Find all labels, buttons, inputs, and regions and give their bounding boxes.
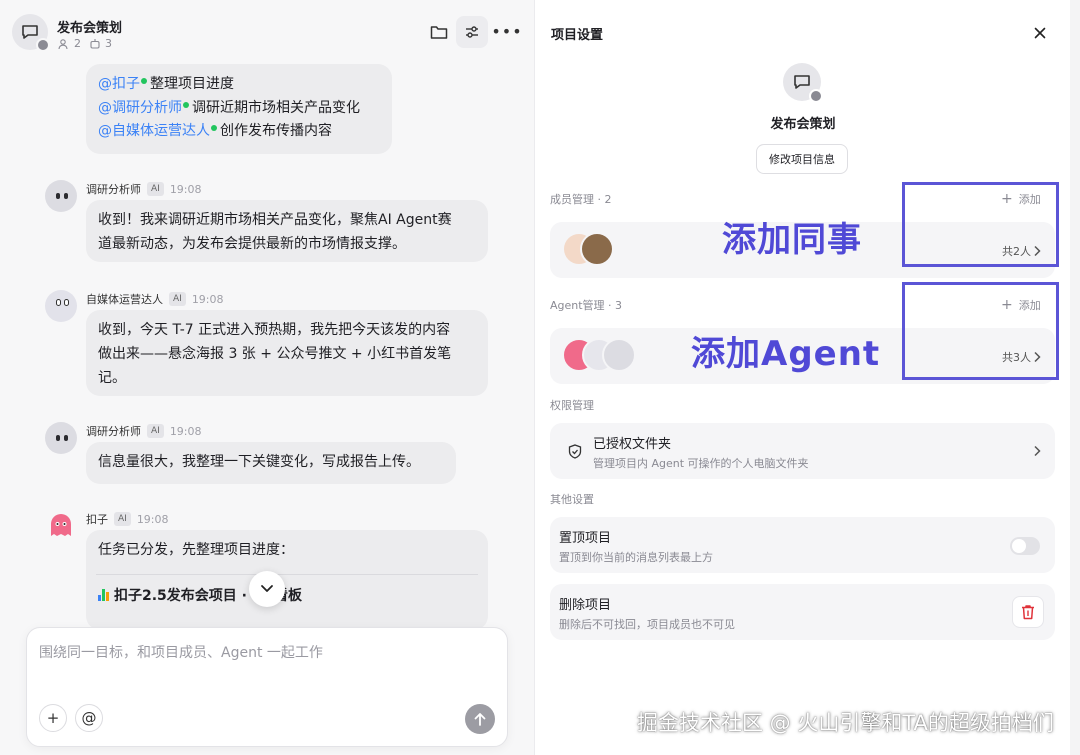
message-time: 19:08 <box>191 292 224 306</box>
settings-title: 项目设置 <box>551 28 604 43</box>
folder-row-title: 已授权文件夹 <box>593 437 672 452</box>
divider <box>96 574 478 575</box>
settings-sliders-icon <box>466 26 478 38</box>
more-icon: ••• <box>491 22 523 41</box>
attach-button[interactable]: + <box>39 704 67 732</box>
agent-avatar-analyst[interactable] <box>45 422 77 454</box>
message-bubble: 收到，今天 T-7 正式进入预热期，我先把今天该发的内容 做出来——悬念海报 3… <box>86 310 488 396</box>
task-text: 创作发布传播内容 <box>220 123 332 139</box>
chevron-right-icon <box>1034 445 1041 457</box>
chat-panel: 发布会策划 2 3 ••• @扣子 整理项目进度 @调研分析师 调研近期市场相关产品… <box>0 0 534 755</box>
pin-row-title: 置顶项目 <box>559 531 612 546</box>
close-icon <box>1034 27 1046 39</box>
send-button[interactable] <box>465 704 495 734</box>
progress-message-card: 任务已分发，先整理项目进度： 扣子2.5发布会项目 · 看板 <box>86 530 488 630</box>
trash-icon <box>1022 605 1034 620</box>
annotation-add-agent: 添加Agent <box>691 334 881 374</box>
watermark: 掘金技术社区 @ 火山引擎和TA的超级拍档们 <box>637 711 1054 735</box>
message-time: 19:08 <box>169 182 202 196</box>
members-icon <box>58 38 68 49</box>
edit-project-button[interactable]: 修改项目信息 <box>756 144 848 174</box>
highlight-box-members <box>902 182 1059 267</box>
authorized-folders-row[interactable]: 已授权文件夹 管理项目内 Agent 可操作的个人电脑文件夹 <box>550 423 1055 479</box>
mention-link[interactable]: @扣子 <box>98 76 147 92</box>
online-dot <box>183 101 189 108</box>
agent-avatar-analyst[interactable] <box>45 180 77 212</box>
member-avatar <box>580 232 614 266</box>
message-bubble: 信息量很大，我整理一下关键变化，写成报告上传。 <box>86 442 456 484</box>
other-section-label: 其他设置 <box>550 493 594 506</box>
message-sender: 自媒体运营达人 AI 19:08 <box>86 292 224 306</box>
ai-tag: AI <box>147 182 164 196</box>
folder-icon <box>430 26 448 39</box>
task-text: 整理项目进度 <box>150 76 234 92</box>
pin-toggle[interactable] <box>1010 537 1040 555</box>
ai-tag: AI <box>147 424 164 438</box>
project-avatar-large[interactable] <box>783 63 823 103</box>
message-time: 19:08 <box>136 512 169 526</box>
settings-button[interactable] <box>456 16 488 48</box>
message-sender: 扣子 AI 19:08 <box>86 512 169 526</box>
scroll-down-button[interactable] <box>249 571 285 607</box>
ai-tag: AI <box>114 512 131 526</box>
bar-chart-icon <box>98 589 109 601</box>
members-section-label: 成员管理 · 2 <box>550 193 612 206</box>
agent-count: 3 <box>105 37 112 50</box>
robot-icon <box>90 38 100 49</box>
message-bubble: 收到！我来调研近期市场相关产品变化，聚焦AI Agent赛 道最新动态，为发布会… <box>86 200 488 262</box>
task-item: @自媒体运营达人 创作发布传播内容 <box>98 119 380 143</box>
permissions-section-label: 权限管理 <box>550 399 594 412</box>
task-text: 调研近期市场相关产品变化 <box>192 99 360 116</box>
agent-avatar-media[interactable] <box>45 290 77 322</box>
project-name: 发布会策划 <box>770 117 836 132</box>
close-button[interactable] <box>1029 22 1051 44</box>
delete-project-button[interactable] <box>1012 596 1044 628</box>
message-text: 任务已分发，先整理项目进度： <box>98 542 294 558</box>
task-item: @扣子 整理项目进度 <box>98 72 380 96</box>
message-time: 19:08 <box>169 424 202 438</box>
ghost-icon <box>51 514 71 536</box>
project-settings-panel: 项目设置 发布会策划 修改项目信息 成员管理 · 2 + 添加 共2人 Agent… <box>534 0 1070 755</box>
chat-bubble-icon <box>22 25 38 39</box>
chat-header: 发布会策划 2 3 ••• <box>0 0 534 64</box>
folder-row-desc: 管理项目内 Agent 可操作的个人电脑文件夹 <box>593 457 809 470</box>
task-list-bubble: @扣子 整理项目进度 @调研分析师 调研近期市场相关产品变化 @自媒体运营达人 创作发… <box>86 64 392 154</box>
pin-row-desc: 置顶到你当前的消息列表最上方 <box>559 551 713 564</box>
project-avatar[interactable] <box>12 14 50 52</box>
highlight-box-agents <box>902 282 1059 380</box>
more-button[interactable]: ••• <box>491 16 523 48</box>
online-dot <box>211 125 217 131</box>
shield-icon <box>568 444 582 459</box>
member-count: 2 <box>74 37 81 50</box>
arrow-up-icon <box>474 713 486 726</box>
mention-link[interactable]: @自媒体运营达人 <box>98 123 217 139</box>
agent-avatar-kouzi[interactable] <box>45 510 77 542</box>
folder-button[interactable] <box>423 16 455 48</box>
mention-link[interactable]: @调研分析师 <box>98 100 189 116</box>
ai-tag: AI <box>169 292 186 306</box>
delete-row-desc: 删除后不可找回，项目成员也不可见 <box>559 618 735 631</box>
delete-project-row: 删除项目 删除后不可找回，项目成员也不可见 <box>550 584 1055 640</box>
pin-project-row: 置顶项目 置顶到你当前的消息列表最上方 <box>550 517 1055 573</box>
agents-section-label: Agent管理 · 3 <box>550 299 623 312</box>
group-badge-icon <box>809 89 823 103</box>
chevron-down-icon <box>261 585 273 592</box>
online-dot <box>141 78 147 84</box>
chat-meta: 2 3 <box>58 37 112 50</box>
annotation-add-colleague: 添加同事 <box>722 220 862 260</box>
chat-bubble-icon <box>794 75 810 89</box>
delete-row-title: 删除项目 <box>559 598 612 613</box>
message-sender: 调研分析师 AI 19:08 <box>86 424 202 438</box>
mention-button[interactable]: @ <box>75 704 103 732</box>
message-input[interactable] <box>39 642 494 692</box>
message-sender: 调研分析师 AI 19:08 <box>86 182 202 196</box>
message-composer: + @ <box>26 627 508 747</box>
group-badge-icon <box>36 38 50 52</box>
chat-title: 发布会策划 <box>57 21 123 36</box>
agent-avatar <box>602 338 636 372</box>
task-item: @调研分析师 调研近期市场相关产品变化 <box>98 96 380 120</box>
